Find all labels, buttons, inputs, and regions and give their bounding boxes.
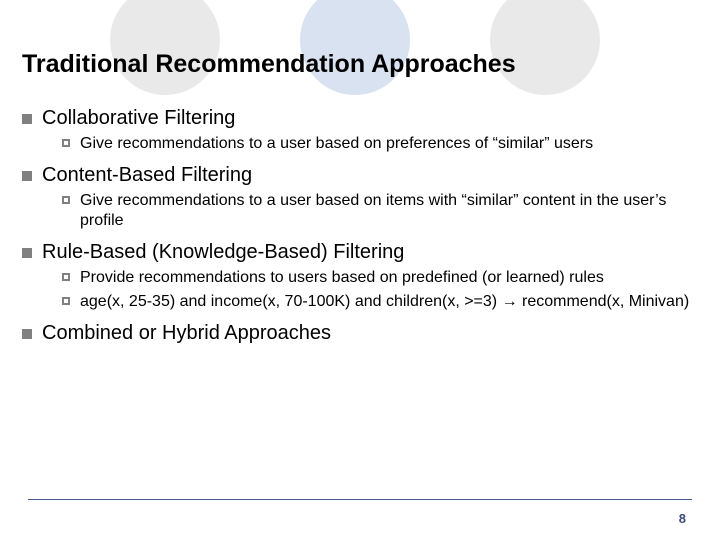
list-item-label: Rule-Based (Knowledge-Based) Filtering (42, 241, 404, 264)
hollow-square-bullet-icon (62, 139, 70, 147)
sub-list-item-text: age(x, 25-35) and income(x, 70-100K) and… (80, 292, 689, 312)
hollow-square-bullet-icon (62, 273, 70, 281)
sub-list-item-text: Give recommendations to a user based on … (80, 191, 690, 231)
slide-title: Traditional Recommendation Approaches (22, 50, 690, 79)
sub-list: Provide recommendations to users based o… (62, 268, 690, 312)
square-bullet-icon (22, 171, 32, 181)
sub-list-item: Give recommendations to a user based on … (62, 134, 690, 154)
sub-list-item-text: Provide recommendations to users based o… (80, 268, 604, 288)
list-item-label: Combined or Hybrid Approaches (42, 322, 331, 345)
list-item: Content-Based Filtering Give recommendat… (22, 164, 690, 231)
footer-divider (28, 499, 692, 500)
bullet-list: Collaborative Filtering Give recommendat… (22, 107, 690, 345)
square-bullet-icon (22, 114, 32, 124)
sub-list-item-text: Give recommendations to a user based on … (80, 134, 593, 154)
list-item-label: Collaborative Filtering (42, 107, 235, 130)
hollow-square-bullet-icon (62, 196, 70, 204)
sub-list-item: Give recommendations to a user based on … (62, 191, 690, 231)
sub-list: Give recommendations to a user based on … (62, 191, 690, 231)
slide-content: Traditional Recommendation Approaches Co… (0, 0, 720, 345)
list-item-label: Content-Based Filtering (42, 164, 252, 187)
sub-list-item: age(x, 25-35) and income(x, 70-100K) and… (62, 292, 690, 312)
list-item: Rule-Based (Knowledge-Based) Filtering P… (22, 241, 690, 312)
sub-list-item: Provide recommendations to users based o… (62, 268, 690, 288)
sub-list: Give recommendations to a user based on … (62, 134, 690, 154)
page-number: 8 (679, 511, 686, 526)
list-item: Collaborative Filtering Give recommendat… (22, 107, 690, 154)
square-bullet-icon (22, 329, 32, 339)
square-bullet-icon (22, 248, 32, 258)
list-item: Combined or Hybrid Approaches (22, 322, 690, 345)
hollow-square-bullet-icon (62, 297, 70, 305)
